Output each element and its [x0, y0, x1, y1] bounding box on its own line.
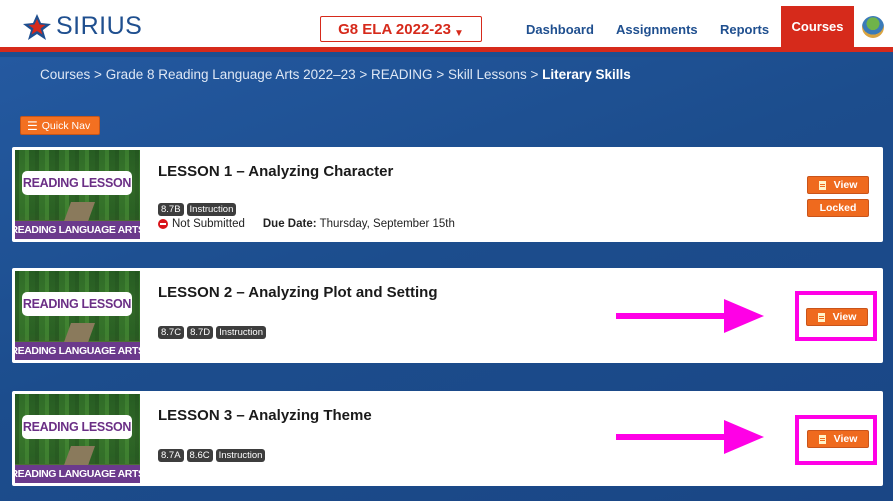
- thumbnail-subtitle: READING LANGUAGE ARTS: [15, 465, 140, 483]
- view-button[interactable]: View: [807, 430, 869, 448]
- brand-name: SIRIUS: [56, 12, 143, 40]
- star-icon: [23, 13, 51, 40]
- annotation-arrow-icon: [616, 299, 764, 333]
- locked-label: Locked: [819, 202, 857, 214]
- breadcrumb-separator: >: [359, 67, 372, 82]
- lesson-card: READING LESSON READING LANGUAGE ARTS LES…: [12, 147, 883, 242]
- tag-badge: 8.7B: [158, 203, 184, 216]
- breadcrumb-item-courses[interactable]: Courses: [40, 67, 90, 82]
- breadcrumb-item-reading[interactable]: READING: [371, 67, 433, 82]
- lesson-title: LESSON 3 – Analyzing Theme: [158, 407, 372, 424]
- status-text: Not Submitted: [172, 218, 245, 230]
- lesson-title: LESSON 1 – Analyzing Character: [158, 163, 394, 180]
- view-label: View: [832, 311, 857, 323]
- locked-button[interactable]: Locked: [807, 199, 869, 217]
- tag-badge: 8.6C: [186, 449, 213, 462]
- nav-dashboard[interactable]: Dashboard: [526, 22, 594, 37]
- view-button[interactable]: View: [807, 176, 869, 194]
- not-submitted-icon: [158, 219, 168, 229]
- menu-icon: ☰: [27, 118, 38, 133]
- top-navbar: SIRIUS G8 ELA 2022-23 ▼ Dashboard Assign…: [0, 0, 893, 52]
- course-selector[interactable]: G8 ELA 2022-23 ▼: [320, 16, 482, 42]
- breadcrumb-separator: >: [94, 67, 106, 82]
- lesson-thumbnail: READING LESSON READING LANGUAGE ARTS: [15, 394, 140, 483]
- user-avatar[interactable]: [862, 16, 884, 38]
- submission-status: Not Submitted Due Date: Thursday, Septem…: [158, 218, 455, 230]
- nav-assignments[interactable]: Assignments: [616, 22, 698, 37]
- due-date-value: Thursday, September 15th: [319, 218, 455, 230]
- tag-badge: 8.7D: [187, 326, 214, 339]
- tag-badge: Instruction: [186, 203, 237, 216]
- document-icon: [818, 180, 826, 190]
- nav-courses[interactable]: Courses: [781, 6, 854, 47]
- thumbnail-title: READING LESSON: [22, 171, 132, 195]
- course-selector-value: G8 ELA 2022-23: [338, 20, 451, 38]
- tag-badge: Instruction: [215, 449, 266, 462]
- lesson-tags: 8.7A 8.6C Instruction: [158, 449, 266, 462]
- tag-badge: 8.7C: [158, 326, 185, 339]
- due-date-label: Due Date:: [262, 218, 317, 230]
- breadcrumb: Courses > Grade 8 Reading Language Arts …: [40, 67, 631, 82]
- breadcrumb-separator: >: [436, 67, 448, 82]
- breadcrumb-item-skill-lessons[interactable]: Skill Lessons: [448, 67, 527, 82]
- breadcrumb-separator: >: [530, 67, 543, 82]
- view-label: View: [833, 433, 858, 445]
- quick-nav-button[interactable]: ☰ Quick Nav: [20, 116, 100, 135]
- document-icon: [818, 434, 826, 444]
- lesson-thumbnail: READING LESSON READING LANGUAGE ARTS: [15, 271, 140, 360]
- thumbnail-subtitle: READING LANGUAGE ARTS: [15, 221, 140, 239]
- thumbnail-title: READING LESSON: [22, 292, 132, 316]
- document-icon: [817, 312, 825, 322]
- lesson-title: LESSON 2 – Analyzing Plot and Setting: [158, 284, 438, 301]
- lesson-tags: 8.7B Instruction: [158, 203, 237, 216]
- breadcrumb-current: Literary Skills: [542, 67, 631, 82]
- thumbnail-subtitle: READING LANGUAGE ARTS: [15, 342, 140, 360]
- quick-nav-label: Quick Nav: [41, 119, 91, 132]
- nav-courses-label: Courses: [791, 19, 844, 34]
- view-button[interactable]: View: [806, 308, 868, 326]
- sirius-logo[interactable]: SIRIUS: [22, 12, 142, 41]
- nav-reports[interactable]: Reports: [720, 22, 769, 37]
- lesson-card: READING LESSON READING LANGUAGE ARTS LES…: [12, 391, 883, 486]
- view-label: View: [833, 179, 858, 191]
- due-date: Due Date: Thursday, September 15th: [263, 218, 455, 230]
- chevron-down-icon: ▼: [453, 27, 464, 39]
- tag-badge: Instruction: [216, 326, 266, 339]
- lesson-thumbnail: READING LESSON READING LANGUAGE ARTS: [15, 150, 140, 239]
- breadcrumb-item-grade8[interactable]: Grade 8 Reading Language Arts 2022–23: [106, 67, 356, 82]
- lesson-tags: 8.7C 8.7D Instruction: [158, 326, 266, 339]
- tag-badge: 8.7A: [158, 449, 184, 462]
- annotation-arrow-icon: [616, 420, 764, 454]
- lesson-card: READING LESSON READING LANGUAGE ARTS LES…: [12, 268, 883, 363]
- thumbnail-title: READING LESSON: [22, 415, 132, 439]
